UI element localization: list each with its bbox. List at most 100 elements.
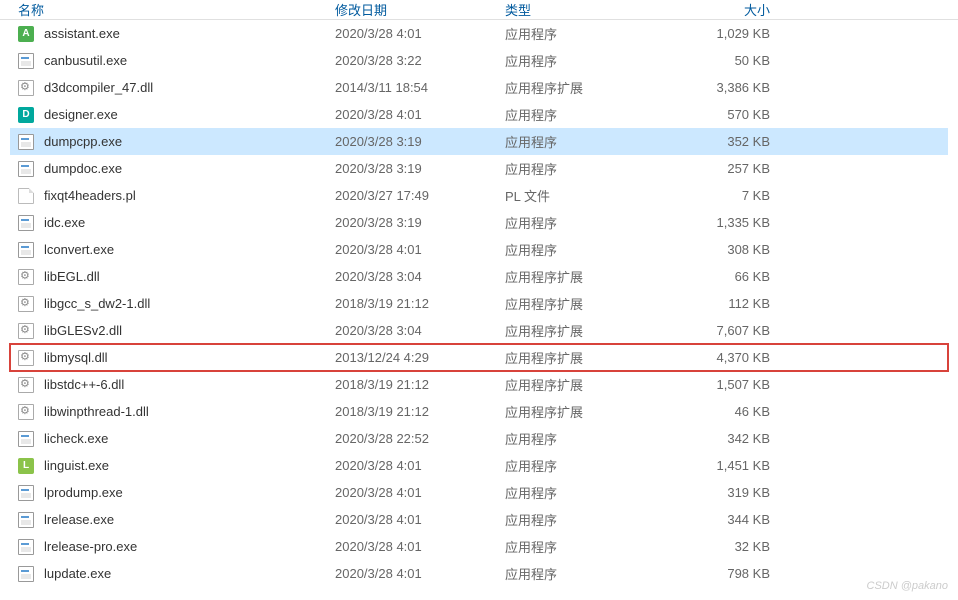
file-name-cell: lconvert.exe	[10, 242, 335, 258]
file-name-cell: libmysql.dll	[10, 350, 335, 366]
exe-icon	[18, 134, 34, 150]
file-name-cell: assistant.exe	[10, 26, 335, 42]
file-size: 319 KB	[665, 485, 770, 500]
file-name-cell: libgcc_s_dw2-1.dll	[10, 296, 335, 312]
file-size: 32 KB	[665, 539, 770, 554]
file-size: 308 KB	[665, 242, 770, 257]
table-row[interactable]: lconvert.exe2020/3/28 4:01应用程序308 KB	[10, 236, 948, 263]
table-row[interactable]: linguist.exe2020/3/28 4:01应用程序1,451 KB	[10, 452, 948, 479]
table-row[interactable]: lupdate.exe2020/3/28 4:01应用程序798 KB	[10, 560, 948, 587]
file-name: dumpcpp.exe	[44, 134, 122, 149]
table-row[interactable]: dumpdoc.exe2020/3/28 3:19应用程序257 KB	[10, 155, 948, 182]
table-row[interactable]: dumpcpp.exe 2020/3/28 3:19应用程序352 KB	[10, 128, 948, 155]
file-type: 应用程序	[505, 483, 665, 502]
exe-icon	[18, 242, 34, 258]
file-type: 应用程序	[505, 132, 665, 151]
file-name: lprodump.exe	[44, 485, 123, 500]
file-type: 应用程序扩展	[505, 375, 665, 394]
table-row[interactable]: designer.exe2020/3/28 4:01应用程序570 KB	[10, 101, 948, 128]
file-date: 2020/3/28 4:01	[335, 512, 505, 527]
file-date: 2020/3/27 17:49	[335, 188, 505, 203]
file-name: licheck.exe	[44, 431, 108, 446]
file-size: 352 KB	[665, 134, 770, 149]
column-header-size[interactable]: 大小	[665, 0, 770, 19]
exe-icon	[18, 512, 34, 528]
file-type: 应用程序	[505, 537, 665, 556]
file-name: linguist.exe	[44, 458, 109, 473]
table-row[interactable]: idc.exe2020/3/28 3:19应用程序1,335 KB	[10, 209, 948, 236]
table-row[interactable]: d3dcompiler_47.dll2014/3/11 18:54应用程序扩展3…	[10, 74, 948, 101]
dll-icon	[18, 404, 34, 420]
file-type: 应用程序扩展	[505, 267, 665, 286]
table-row[interactable]: fixqt4headers.pl2020/3/27 17:49PL 文件7 KB	[10, 182, 948, 209]
file-date: 2020/3/28 4:01	[335, 485, 505, 500]
file-date: 2020/3/28 3:19	[335, 134, 505, 149]
table-row[interactable]: licheck.exe2020/3/28 22:52应用程序342 KB	[10, 425, 948, 452]
table-row[interactable]: lrelease-pro.exe 2020/3/28 4:01应用程序32 KB	[10, 533, 948, 560]
file-name-cell: dumpcpp.exe	[10, 134, 335, 150]
table-row[interactable]: libEGL.dll2020/3/28 3:04应用程序扩展66 KB	[10, 263, 948, 290]
file-name-cell: licheck.exe	[10, 431, 335, 447]
column-header-date[interactable]: 修改日期	[335, 0, 505, 19]
file-size: 344 KB	[665, 512, 770, 527]
file-name: assistant.exe	[44, 26, 120, 41]
file-date: 2020/3/28 4:01	[335, 107, 505, 122]
file-date: 2018/3/19 21:12	[335, 377, 505, 392]
file-name: canbusutil.exe	[44, 53, 127, 68]
file-type: 应用程序扩展	[505, 348, 665, 367]
file-date: 2020/3/28 3:19	[335, 161, 505, 176]
file-icon	[18, 188, 34, 204]
file-type: 应用程序	[505, 51, 665, 70]
file-name: dumpdoc.exe	[44, 161, 122, 176]
file-name-cell: dumpdoc.exe	[10, 161, 335, 177]
exe-icon	[18, 539, 34, 555]
file-type: 应用程序	[505, 456, 665, 475]
dll-icon	[18, 377, 34, 393]
file-name: libwinpthread-1.dll	[44, 404, 149, 419]
file-size: 7,607 KB	[665, 323, 770, 338]
file-date: 2018/3/19 21:12	[335, 404, 505, 419]
file-name-cell: lrelease-pro.exe	[10, 539, 335, 555]
column-header-name[interactable]: 名称	[10, 0, 335, 19]
file-size: 1,029 KB	[665, 26, 770, 41]
exe-icon	[18, 53, 34, 69]
exe-l-icon	[18, 458, 34, 474]
file-date: 2020/3/28 3:04	[335, 269, 505, 284]
file-name-cell: lrelease.exe	[10, 512, 335, 528]
file-name: lupdate.exe	[44, 566, 111, 581]
file-size: 4,370 KB	[665, 350, 770, 365]
table-row[interactable]: libGLESv2.dll2020/3/28 3:04应用程序扩展7,607 K…	[10, 317, 948, 344]
file-date: 2020/3/28 22:52	[335, 431, 505, 446]
file-type: 应用程序	[505, 159, 665, 178]
table-row[interactable]: libstdc++-6.dll2018/3/19 21:12应用程序扩展1,50…	[10, 371, 948, 398]
table-row[interactable]: lprodump.exe 2020/3/28 4:01应用程序319 KB	[10, 479, 948, 506]
file-name: libstdc++-6.dll	[44, 377, 124, 392]
file-date: 2020/3/28 4:01	[335, 539, 505, 554]
file-size: 1,335 KB	[665, 215, 770, 230]
exe-icon	[18, 566, 34, 582]
table-row[interactable]: assistant.exe 2020/3/28 4:01应用程序1,029 KB	[10, 20, 948, 47]
file-name-cell: d3dcompiler_47.dll	[10, 80, 335, 96]
exe-d-icon	[18, 107, 34, 123]
file-name-cell: lprodump.exe	[10, 485, 335, 501]
file-date: 2020/3/28 4:01	[335, 26, 505, 41]
file-name-cell: linguist.exe	[10, 458, 335, 474]
file-type: 应用程序	[505, 24, 665, 43]
dll-icon	[18, 269, 34, 285]
column-header-type[interactable]: 类型	[505, 0, 665, 19]
table-row[interactable]: libgcc_s_dw2-1.dll2018/3/19 21:12应用程序扩展1…	[10, 290, 948, 317]
file-size: 7 KB	[665, 188, 770, 203]
file-name-cell: libEGL.dll	[10, 269, 335, 285]
table-row[interactable]: canbusutil.exe2020/3/28 3:22应用程序50 KB	[10, 47, 948, 74]
table-row[interactable]: lrelease.exe2020/3/28 4:01应用程序344 KB	[10, 506, 948, 533]
file-type: 应用程序	[505, 213, 665, 232]
file-date: 2020/3/28 3:04	[335, 323, 505, 338]
watermark: CSDN @pakano	[867, 580, 948, 592]
file-size: 1,451 KB	[665, 458, 770, 473]
table-row[interactable]: libwinpthread-1.dll2018/3/19 21:12应用程序扩展…	[10, 398, 948, 425]
file-size: 570 KB	[665, 107, 770, 122]
file-date: 2020/3/28 3:22	[335, 53, 505, 68]
dll-icon	[18, 296, 34, 312]
file-name: lrelease-pro.exe	[44, 539, 137, 554]
table-row[interactable]: libmysql.dll2013/12/24 4:29应用程序扩展4,370 K…	[10, 344, 948, 371]
